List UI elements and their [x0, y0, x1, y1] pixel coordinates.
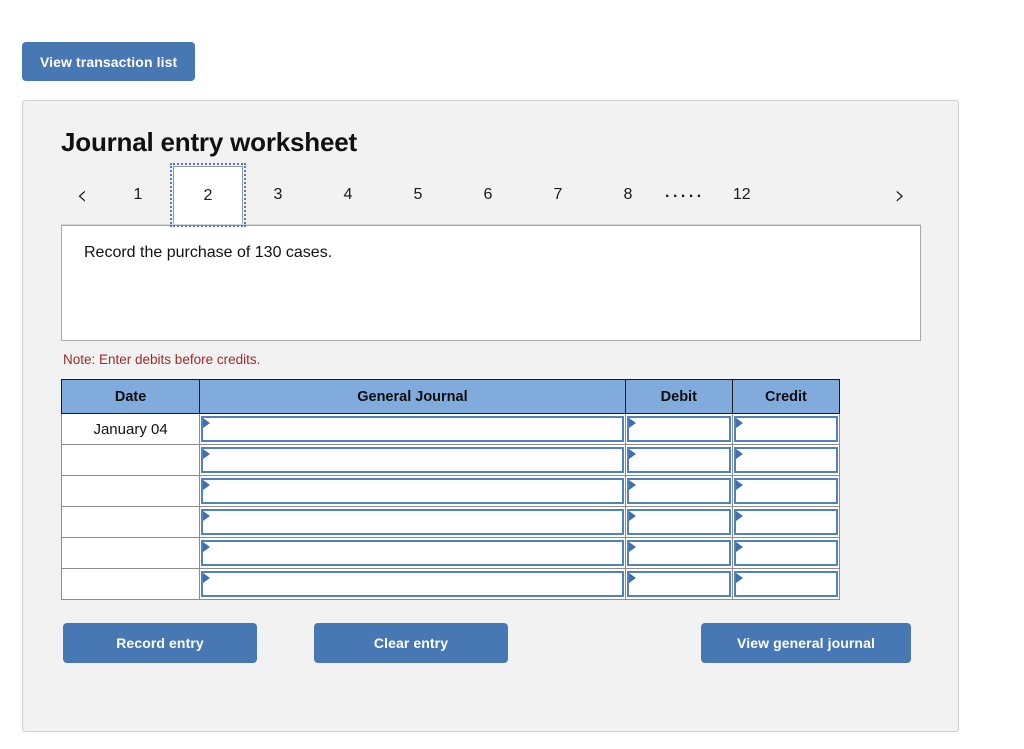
- debit-input[interactable]: [626, 447, 731, 473]
- credit-cell: [731, 413, 841, 445]
- general-journal-input[interactable]: [201, 447, 624, 473]
- credit-input[interactable]: [733, 571, 838, 597]
- worksheet-pager: ‹ 1 2 3 4 5 6 7 8 ..... 12 ›: [61, 163, 921, 227]
- view-general-journal-button[interactable]: View general journal: [701, 623, 911, 663]
- page-title: Journal entry worksheet: [61, 127, 357, 157]
- journal-entry-table: Date General Journal Debit Credit Januar…: [60, 379, 841, 600]
- pager-page-12[interactable]: 12: [707, 186, 777, 204]
- column-header-credit: Credit: [731, 379, 841, 414]
- date-cell: [60, 506, 201, 538]
- pager-page-5[interactable]: 5: [383, 186, 453, 204]
- general-journal-input[interactable]: [201, 416, 624, 442]
- date-cell: [60, 444, 201, 476]
- clear-entry-button[interactable]: Clear entry: [314, 623, 508, 663]
- general-journal-cell: [199, 537, 626, 569]
- credit-input[interactable]: [733, 447, 838, 473]
- column-header-date: Date: [60, 379, 201, 414]
- pager-page-2[interactable]: 2: [170, 163, 246, 227]
- general-journal-cell: [199, 413, 626, 445]
- view-transaction-list-button[interactable]: View transaction list: [22, 42, 196, 81]
- action-button-bar: Record entry Clear entry View general jo…: [61, 623, 911, 665]
- record-entry-button[interactable]: Record entry: [63, 623, 257, 663]
- pager-page-8[interactable]: 8: [593, 186, 663, 204]
- date-cell: [60, 537, 201, 569]
- credit-input[interactable]: [733, 509, 838, 535]
- debits-before-credits-note: Note: Enter debits before credits.: [63, 352, 261, 367]
- table-row: [60, 568, 841, 600]
- debit-cell: [624, 506, 733, 538]
- date-cell: January 04: [60, 413, 201, 445]
- debit-cell: [624, 444, 733, 476]
- table-row: [60, 475, 841, 507]
- debit-input[interactable]: [626, 540, 731, 566]
- debit-input[interactable]: [626, 478, 731, 504]
- credit-input[interactable]: [733, 416, 838, 442]
- top-toolbar: View transaction list: [0, 0, 1024, 81]
- table-row: [60, 537, 841, 569]
- credit-input[interactable]: [733, 478, 838, 504]
- date-cell: [60, 568, 201, 600]
- panel-content: Journal entry worksheet ‹ 1 2 3 4 5 6 7 …: [23, 101, 958, 665]
- table-row: [60, 444, 841, 476]
- credit-cell: [731, 444, 841, 476]
- general-journal-cell: [199, 475, 626, 507]
- general-journal-input[interactable]: [201, 571, 624, 597]
- general-journal-input[interactable]: [201, 509, 624, 535]
- pager-page-6[interactable]: 6: [453, 186, 523, 204]
- transaction-description-text: Record the purchase of 130 cases.: [84, 244, 333, 261]
- column-header-general-journal: General Journal: [199, 379, 626, 414]
- debit-cell: [624, 537, 733, 569]
- general-journal-cell: [199, 444, 626, 476]
- credit-cell: [731, 568, 841, 600]
- date-cell: [60, 475, 201, 507]
- debit-cell: [624, 413, 733, 445]
- credit-cell: [731, 506, 841, 538]
- journal-entry-panel: Journal entry worksheet ‹ 1 2 3 4 5 6 7 …: [22, 100, 959, 732]
- pager-page-3[interactable]: 3: [243, 186, 313, 204]
- general-journal-input[interactable]: [201, 540, 624, 566]
- debit-cell: [624, 568, 733, 600]
- pager-page-4[interactable]: 4: [313, 186, 383, 204]
- debit-cell: [624, 475, 733, 507]
- column-header-debit: Debit: [624, 379, 733, 414]
- debit-input[interactable]: [626, 571, 731, 597]
- chevron-right-icon[interactable]: ›: [879, 182, 921, 209]
- debit-input[interactable]: [626, 509, 731, 535]
- table-header-row: Date General Journal Debit Credit: [60, 379, 841, 414]
- general-journal-cell: [199, 506, 626, 538]
- transaction-description-box: Record the purchase of 130 cases.: [61, 225, 921, 341]
- chevron-left-icon[interactable]: ‹: [61, 182, 103, 209]
- pager-page-list: 1 2 3 4 5 6 7 8 ..... 12: [103, 163, 777, 227]
- table-row: January 04: [60, 413, 841, 445]
- credit-input[interactable]: [733, 540, 838, 566]
- pager-page-7[interactable]: 7: [523, 186, 593, 204]
- pager-ellipsis: .....: [665, 184, 705, 201]
- general-journal-cell: [199, 568, 626, 600]
- credit-cell: [731, 475, 841, 507]
- table-row: [60, 506, 841, 538]
- debit-input[interactable]: [626, 416, 731, 442]
- pager-page-1[interactable]: 1: [103, 186, 173, 204]
- general-journal-input[interactable]: [201, 478, 624, 504]
- credit-cell: [731, 537, 841, 569]
